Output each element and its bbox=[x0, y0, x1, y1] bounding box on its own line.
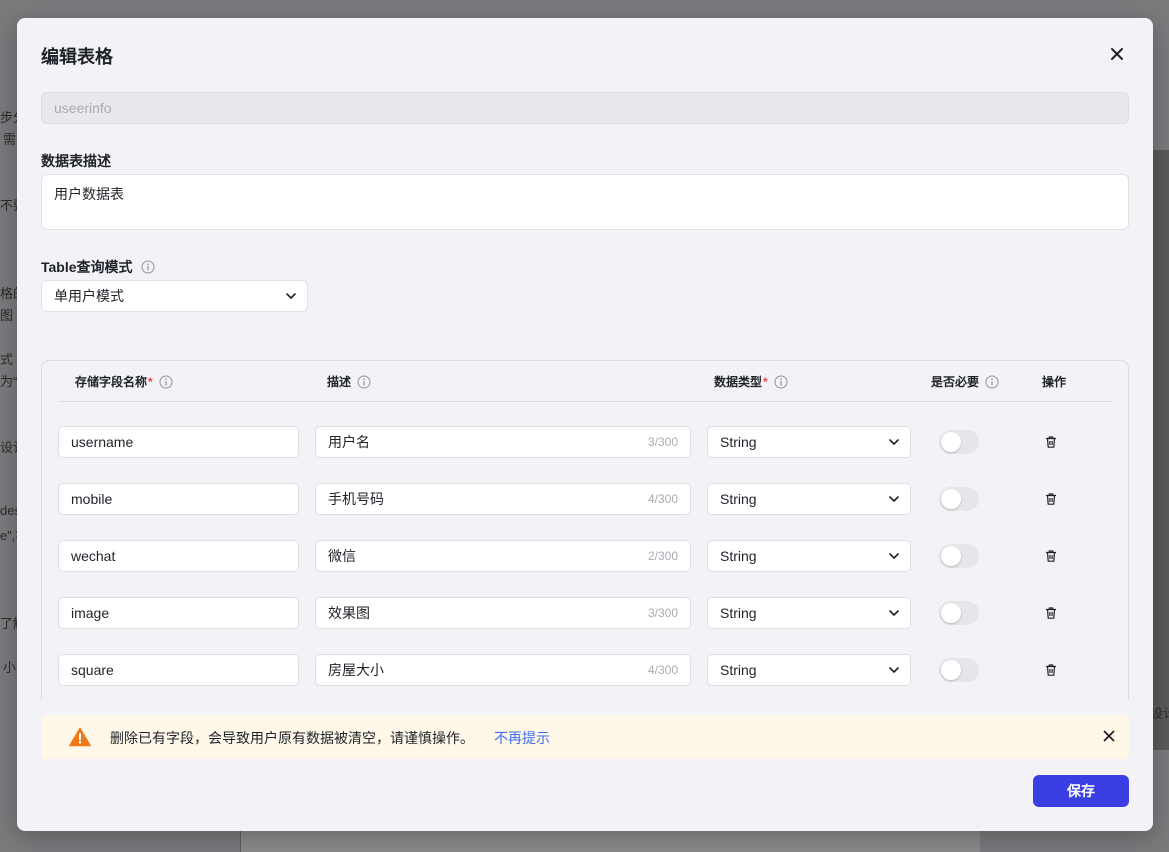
info-icon[interactable] bbox=[159, 375, 173, 389]
char-count: 3/300 bbox=[647, 435, 678, 449]
bg-text: 图 bbox=[0, 308, 14, 323]
close-icon bbox=[1111, 48, 1123, 60]
dont-remind-link[interactable]: 不再提示 bbox=[494, 728, 550, 748]
field-description-input[interactable]: 效果图 3/300 bbox=[315, 597, 691, 629]
trash-icon bbox=[1046, 664, 1056, 676]
chevron-down-icon bbox=[285, 290, 297, 302]
table-row: image 效果图 3/300 String bbox=[42, 597, 1128, 629]
query-mode-label: Table查询模式 bbox=[41, 257, 155, 277]
data-type-select[interactable]: String bbox=[707, 426, 911, 458]
data-type-select[interactable]: String bbox=[707, 654, 911, 686]
field-description-input[interactable]: 用户名 3/300 bbox=[315, 426, 691, 458]
delete-row-button[interactable] bbox=[1043, 548, 1059, 564]
alert-close-button[interactable] bbox=[1101, 728, 1117, 744]
trash-icon bbox=[1046, 436, 1056, 448]
delete-row-button[interactable] bbox=[1043, 662, 1059, 678]
data-type-value: String bbox=[720, 491, 757, 507]
required-toggle[interactable] bbox=[939, 601, 979, 625]
table-row: username 用户名 3/300 String bbox=[42, 426, 1128, 458]
required-mark: * bbox=[148, 374, 153, 389]
data-type-select[interactable]: String bbox=[707, 597, 911, 629]
query-mode-select[interactable]: 单用户模式 bbox=[41, 280, 308, 312]
char-count: 4/300 bbox=[647, 492, 678, 506]
table-row: wechat 微信 2/300 String bbox=[42, 540, 1128, 572]
table-header: 存储字段名称 * 描述 数据类型 * 是否必要 操作 bbox=[58, 361, 1112, 402]
query-mode-value: 单用户模式 bbox=[54, 288, 124, 304]
required-toggle[interactable] bbox=[939, 544, 979, 568]
field-description-input[interactable]: 微信 2/300 bbox=[315, 540, 691, 572]
table-row: mobile 手机号码 4/300 String bbox=[42, 483, 1128, 515]
field-description-value: 用户名 bbox=[328, 434, 370, 450]
trash-icon bbox=[1046, 607, 1056, 619]
bg-text: 小 bbox=[3, 660, 17, 675]
field-description-value: 微信 bbox=[328, 548, 356, 564]
header-data-type: 数据类型 * bbox=[714, 373, 788, 390]
warning-icon bbox=[69, 727, 91, 747]
field-description-value: 房屋大小 bbox=[328, 662, 384, 678]
field-name-input[interactable]: image bbox=[58, 597, 299, 629]
background-panel bbox=[240, 830, 980, 852]
toggle-knob bbox=[941, 489, 961, 509]
field-description-input[interactable]: 手机号码 4/300 bbox=[315, 483, 691, 515]
info-icon[interactable] bbox=[357, 375, 371, 389]
data-type-value: String bbox=[720, 434, 757, 450]
header-required: 是否必要 bbox=[931, 373, 999, 390]
chevron-down-icon bbox=[888, 493, 900, 505]
char-count: 2/300 bbox=[647, 549, 678, 563]
bg-text: 式 bbox=[0, 352, 14, 367]
info-icon[interactable] bbox=[774, 375, 788, 389]
field-description-value: 手机号码 bbox=[328, 491, 384, 507]
description-label: 数据表描述 bbox=[41, 153, 111, 169]
delete-row-button[interactable] bbox=[1043, 491, 1059, 507]
bg-text: 需 bbox=[3, 132, 17, 147]
table-row: square 房屋大小 4/300 String bbox=[42, 654, 1128, 686]
toggle-knob bbox=[941, 603, 961, 623]
chevron-down-icon bbox=[888, 664, 900, 676]
field-description-input[interactable]: 房屋大小 4/300 bbox=[315, 654, 691, 686]
required-toggle[interactable] bbox=[939, 487, 979, 511]
field-name-input[interactable]: square bbox=[58, 654, 299, 686]
chevron-down-icon bbox=[888, 550, 900, 562]
alert-message: 删除已有字段，会导致用户原有数据被清空，请谨慎操作。 bbox=[110, 730, 474, 746]
close-button[interactable] bbox=[1107, 44, 1127, 64]
toggle-knob bbox=[941, 546, 961, 566]
info-icon[interactable] bbox=[141, 260, 155, 274]
delete-row-button[interactable] bbox=[1043, 434, 1059, 450]
data-type-value: String bbox=[720, 605, 757, 621]
description-textarea[interactable]: 用户数据表 bbox=[41, 174, 1129, 230]
delete-row-button[interactable] bbox=[1043, 605, 1059, 621]
header-actions: 操作 bbox=[1042, 375, 1067, 389]
header-description: 描述 bbox=[327, 373, 371, 390]
dialog-title: 编辑表格 bbox=[41, 47, 113, 67]
data-type-value: String bbox=[720, 662, 757, 678]
data-type-select[interactable]: String bbox=[707, 540, 911, 572]
warning-alert: 删除已有字段，会导致用户原有数据被清空，请谨慎操作。 不再提示 bbox=[41, 715, 1129, 759]
toggle-knob bbox=[941, 432, 961, 452]
field-description-value: 效果图 bbox=[328, 605, 370, 621]
data-type-select[interactable]: String bbox=[707, 483, 911, 515]
info-icon[interactable] bbox=[985, 375, 999, 389]
field-name-input[interactable]: wechat bbox=[58, 540, 299, 572]
header-field-name: 存储字段名称 * bbox=[75, 373, 173, 390]
required-toggle[interactable] bbox=[939, 658, 979, 682]
save-button[interactable]: 保存 bbox=[1033, 775, 1129, 807]
field-name-input[interactable]: mobile bbox=[58, 483, 299, 515]
field-name-input[interactable]: username bbox=[58, 426, 299, 458]
char-count: 3/300 bbox=[647, 606, 678, 620]
toggle-knob bbox=[941, 660, 961, 680]
required-toggle[interactable] bbox=[939, 430, 979, 454]
char-count: 4/300 bbox=[647, 663, 678, 677]
data-type-value: String bbox=[720, 548, 757, 564]
edit-table-dialog: 编辑表格 useerinfo 数据表描述 用户数据表 Table查询模式 单用户… bbox=[17, 18, 1153, 831]
table-name-input[interactable]: useerinfo bbox=[41, 92, 1129, 124]
fields-table: 存储字段名称 * 描述 数据类型 * 是否必要 操作 username 用户名 … bbox=[41, 360, 1129, 700]
close-icon bbox=[1103, 730, 1115, 742]
required-mark: * bbox=[763, 374, 768, 389]
chevron-down-icon bbox=[888, 436, 900, 448]
trash-icon bbox=[1046, 493, 1056, 505]
trash-icon bbox=[1046, 550, 1056, 562]
chevron-down-icon bbox=[888, 607, 900, 619]
